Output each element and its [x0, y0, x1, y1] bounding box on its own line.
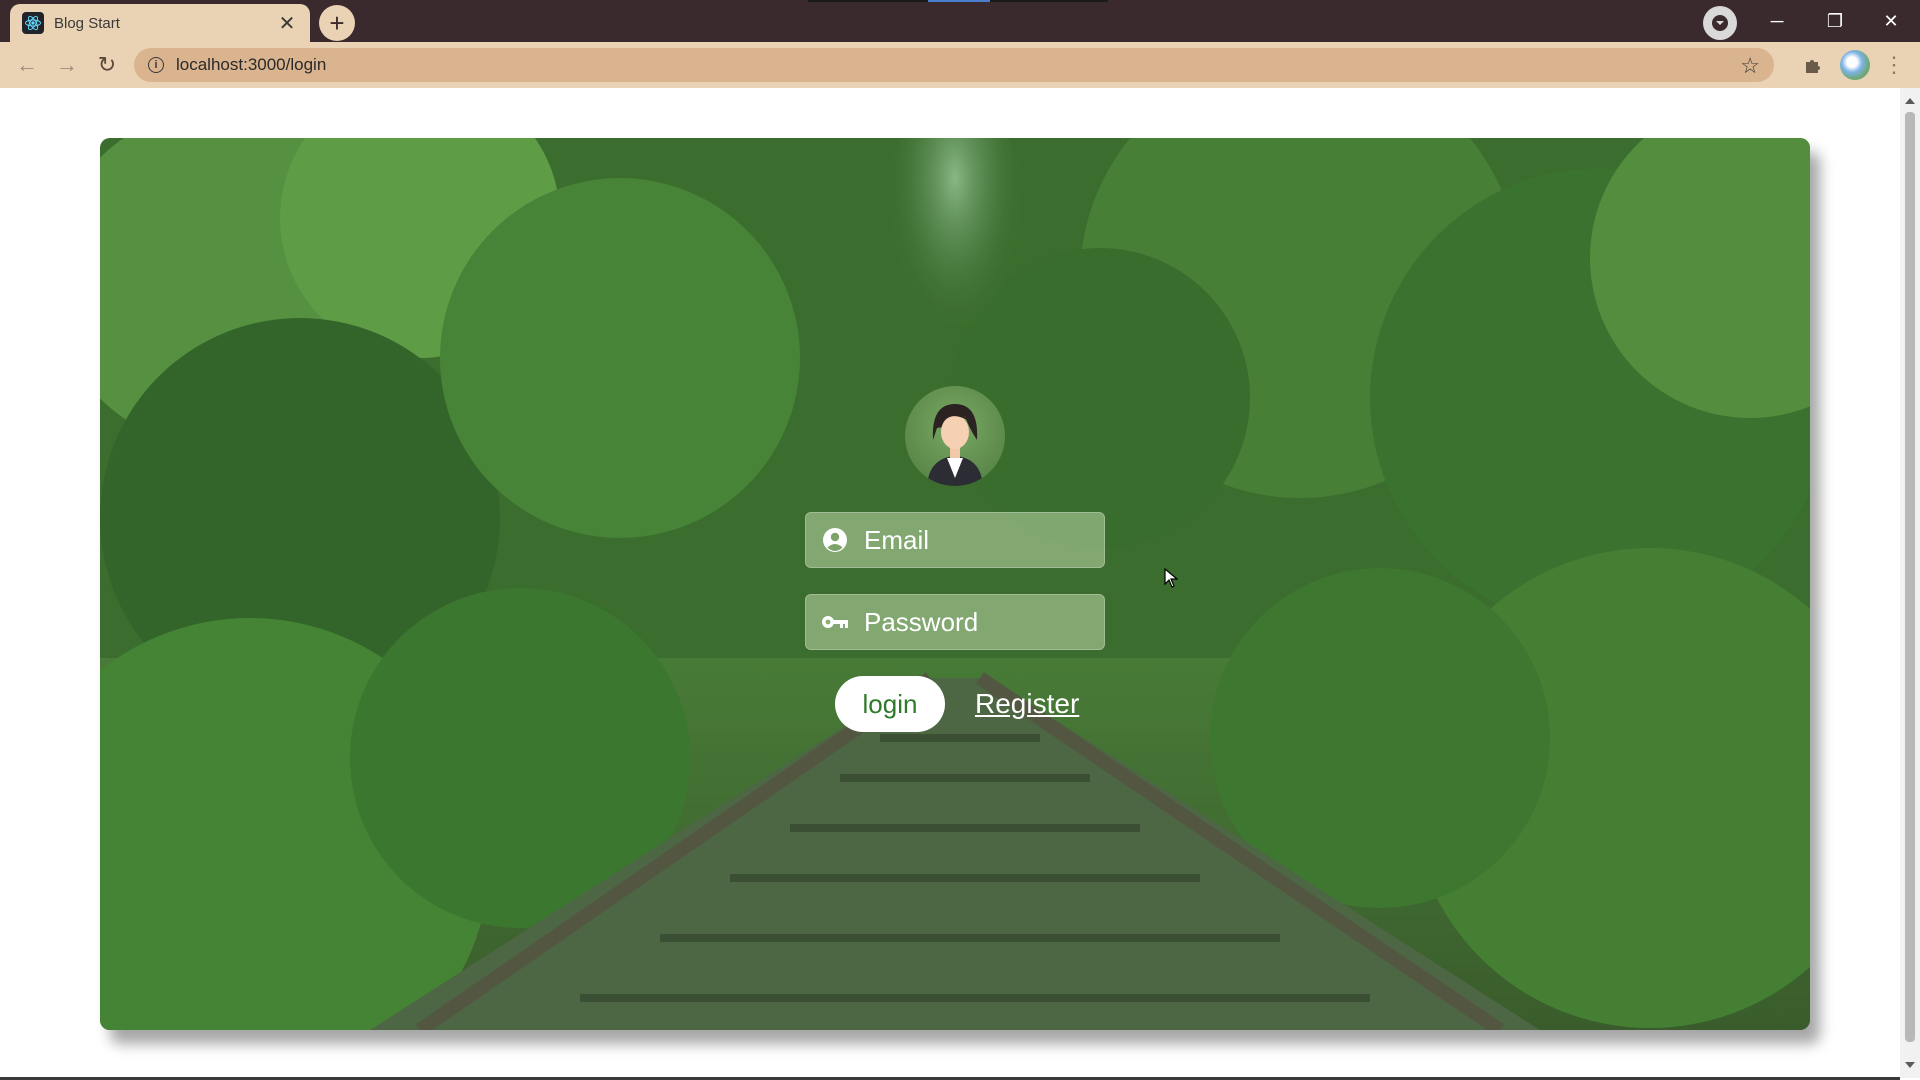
close-window-button[interactable]: ✕: [1862, 0, 1920, 42]
mouse-cursor-icon: [1164, 567, 1179, 593]
close-tab-icon[interactable]: ✕: [276, 12, 298, 35]
user-circle-icon: [820, 525, 850, 555]
login-hero-card: login Register: [100, 138, 1810, 1030]
restore-button[interactable]: ❐: [1806, 0, 1864, 42]
react-icon: [22, 12, 44, 34]
browser-titlebar: Blog Start ✕ + ─ ❐ ✕: [0, 0, 1920, 42]
login-button[interactable]: login: [835, 676, 945, 732]
page-scrollbar[interactable]: [1900, 88, 1920, 1078]
site-info-icon[interactable]: i: [148, 57, 164, 73]
tab-title: Blog Start: [54, 14, 120, 32]
password-input[interactable]: [864, 606, 1084, 638]
browser-tab[interactable]: Blog Start ✕: [10, 4, 310, 42]
scroll-up-arrow-icon[interactable]: [1905, 98, 1915, 104]
url-text[interactable]: localhost:3000/login: [176, 55, 326, 75]
browser-toolbar: ← → ↻ i localhost:3000/login ☆ ⋮: [0, 42, 1920, 88]
email-input[interactable]: [864, 524, 1084, 556]
register-link[interactable]: Register: [975, 688, 1079, 720]
new-tab-button[interactable]: +: [319, 5, 355, 41]
forward-button[interactable]: →: [52, 50, 82, 80]
minimize-button[interactable]: ─: [1748, 0, 1806, 42]
email-field[interactable]: [805, 512, 1105, 568]
woman-avatar-icon: [905, 386, 1005, 486]
extensions-puzzle-icon[interactable]: [1800, 52, 1826, 78]
tab-search-icon[interactable]: [1703, 6, 1737, 40]
reload-button[interactable]: ↻: [92, 50, 122, 80]
scroll-down-arrow-icon[interactable]: [1905, 1062, 1915, 1068]
title-stripe-accent: [928, 0, 990, 2]
login-form: login Register: [805, 386, 1105, 736]
password-field[interactable]: [805, 594, 1105, 650]
browser-menu-icon[interactable]: ⋮: [1883, 50, 1905, 80]
address-bar[interactable]: i localhost:3000/login ☆: [134, 48, 1774, 82]
key-icon: [820, 607, 850, 637]
back-button[interactable]: ←: [12, 50, 42, 80]
bookmark-star-icon[interactable]: ☆: [1740, 53, 1760, 79]
profile-avatar[interactable]: [1840, 50, 1870, 80]
scroll-thumb[interactable]: [1905, 112, 1915, 1042]
